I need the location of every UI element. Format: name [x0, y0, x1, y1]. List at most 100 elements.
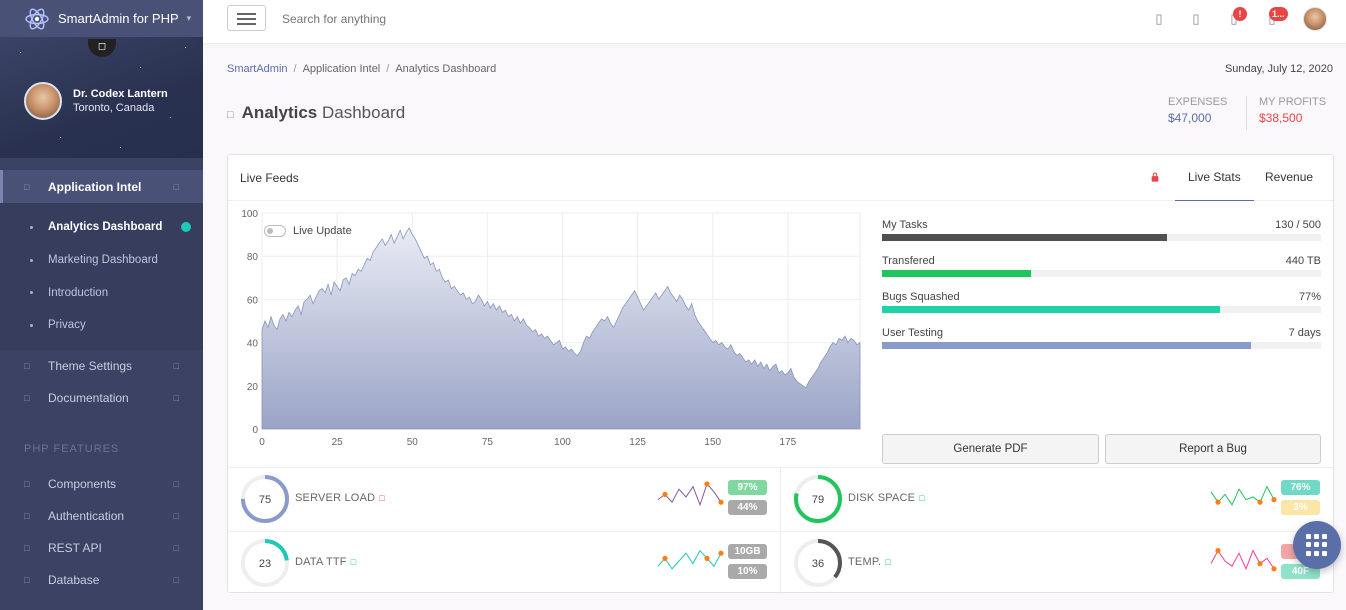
progress-transfered: Transfered 440 TB [882, 255, 1321, 291]
sidebar-item-database[interactable]: □ Database □ [0, 564, 203, 596]
sidebar: SmartAdmin for PHP ▾ ◻ Dr. Codex Lantern… [0, 0, 203, 610]
live-feeds-panel: Live Feeds Live Stats Revenue 0 20 40 60 80 1… [227, 154, 1334, 594]
progress-value: 7 days [1288, 327, 1321, 339]
search-input[interactable] [282, 12, 682, 26]
x-tick-label: 150 [704, 437, 721, 448]
documentation-icon: □ [24, 392, 30, 403]
sidebar-item-authentication[interactable]: □ Authentication □ [0, 500, 203, 532]
sidebar-item-theme-settings[interactable]: □ Theme Settings □ [0, 350, 203, 382]
y-tick-label: 100 [241, 209, 258, 220]
main-content: SmartAdmin / Application Intel / Analytics D… [203, 44, 1346, 610]
chevron-icon: □ [173, 181, 179, 192]
stat-pill: 10GB [728, 544, 767, 559]
avatar[interactable] [24, 82, 62, 120]
generate-pdf-button[interactable]: Generate PDF [882, 434, 1099, 464]
progress-value: 77% [1298, 291, 1321, 303]
profile-toggle-icon[interactable]: ◻ [88, 39, 116, 57]
live-feed-chart: 0 20 40 60 80 100 0 25 50 75 100 125 150 175 [241, 209, 861, 448]
progress-my-tasks: My Tasks 130 / 500 [882, 219, 1321, 255]
progress-fill [882, 270, 1032, 277]
ring-value: 79 [812, 494, 824, 506]
panel-title: Live Feeds [240, 171, 299, 185]
components-icon: □ [24, 478, 30, 489]
progress-label: User Testing [882, 327, 943, 339]
sparkline [1210, 548, 1277, 572]
sidebar-item-analytics-dashboard[interactable]: Analytics Dashboard [0, 211, 203, 244]
chevron-down-icon[interactable]: ▾ [187, 13, 192, 24]
app-title: SmartAdmin for PHP [58, 11, 179, 26]
mini-stats: 75 SERVER LOAD □ 97% 44% 79 DISK SPACE □ 7… [228, 467, 1333, 594]
series-area [261, 227, 861, 430]
sparkline-path [1210, 549, 1275, 571]
breadcrumb-current: Analytics Dashboard [395, 63, 497, 75]
chevron-icon: □ [173, 360, 179, 371]
sidebar-item-label: Privacy [48, 319, 86, 332]
sidebar-item-application-intel[interactable]: □ Application Intel □ [0, 170, 203, 203]
breadcrumb-item[interactable]: Application Intel [303, 63, 381, 75]
app-launcher-button[interactable] [1293, 521, 1341, 569]
tab-live-stats[interactable]: Live Stats [1175, 155, 1254, 201]
sidebar-item-label: Database [48, 572, 100, 587]
sidebar-item-label: Documentation [48, 390, 129, 405]
y-tick-label: 20 [247, 382, 259, 393]
progress-ring: 75 [241, 475, 289, 523]
progress-ring: 36 [794, 539, 842, 587]
x-tick-label: 25 [332, 437, 344, 448]
x-tick-label: 125 [629, 437, 646, 448]
chevron-icon: □ [173, 542, 179, 553]
brand[interactable]: SmartAdmin for PHP ▾ [0, 0, 203, 37]
sparkline-point [704, 555, 710, 561]
live-update-toggle[interactable]: Live Update [264, 225, 352, 237]
lock-icon[interactable] [1150, 172, 1160, 182]
sidebar-item-introduction[interactable]: Introduction [0, 276, 203, 309]
mini-stat-data-ttf: 23 DATA TTF □ 10GB 10% [228, 531, 780, 594]
sidebar-item-marketing-dashboard[interactable]: Marketing Dashboard [0, 244, 203, 277]
ring-value: 36 [812, 558, 824, 570]
progress-label: Bugs Squashed [882, 291, 960, 303]
database-icon: □ [24, 574, 30, 585]
sparkline-point [1257, 499, 1263, 505]
sparkline-point [1271, 497, 1277, 503]
expenses-value: $47,000 [1168, 111, 1212, 125]
window-icon[interactable]: ▯ [1188, 11, 1204, 27]
sparkline-point [1271, 566, 1277, 572]
chevron-icon: □ [173, 478, 179, 489]
mini-stat-name: DISK SPACE [848, 492, 916, 504]
logo-icon [25, 8, 49, 29]
stat-pill: 76% [1281, 480, 1320, 495]
sidebar-item-label: Components [48, 476, 117, 491]
profits-label: MY PROFITS [1259, 96, 1327, 108]
sidebar-item-components[interactable]: □ Components □ [0, 468, 203, 500]
stat-pill: 44% [728, 500, 767, 515]
report-bug-button[interactable]: Report a Bug [1105, 434, 1321, 464]
progress-fill [882, 234, 1168, 241]
tab-revenue[interactable]: Revenue [1252, 155, 1326, 201]
page-title-bold: Analytics [241, 103, 318, 122]
sparkline-point [662, 491, 668, 497]
user-avatar[interactable] [1303, 7, 1327, 31]
sidebar-item-label: Analytics Dashboard [48, 221, 163, 234]
sparkline-point [704, 481, 710, 487]
apps-icon[interactable]: ▯ [1151, 11, 1167, 27]
sidebar-item-documentation[interactable]: □ Documentation □ [0, 382, 203, 414]
sidebar-item-privacy[interactable]: Privacy [0, 309, 203, 342]
sparkline-point [718, 499, 724, 505]
progress-label: My Tasks [882, 219, 928, 231]
breadcrumb-link-smartadmin[interactable]: SmartAdmin [227, 63, 288, 75]
toggle-switch[interactable] [264, 225, 286, 237]
x-tick-label: 175 [780, 437, 797, 448]
chevron-icon: □ [173, 574, 179, 585]
sidebar-nav: □ Application Intel □ Analytics Dashboar… [0, 170, 203, 596]
messages-badge: 1... [1269, 7, 1288, 21]
menu-toggle-button[interactable] [227, 5, 266, 31]
progress-value: 440 TB [1285, 255, 1321, 267]
status-icon: □ [919, 493, 925, 503]
progress-fill [882, 342, 1251, 349]
progress-value: 130 / 500 [1275, 219, 1321, 231]
application-icon: □ [24, 181, 30, 192]
progress-list: My Tasks 130 / 500 Transfered 440 TB Bug… [882, 219, 1321, 464]
x-tick-label: 75 [482, 437, 494, 448]
sidebar-item-rest-api[interactable]: □ REST API □ [0, 532, 203, 564]
live-update-label: Live Update [293, 225, 352, 237]
stat-pill: 10% [728, 564, 767, 579]
